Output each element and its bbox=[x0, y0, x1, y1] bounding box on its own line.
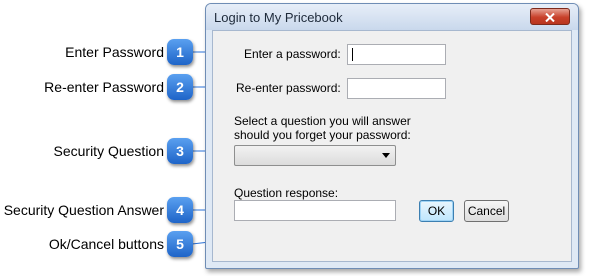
reenter-password-input[interactable] bbox=[347, 78, 446, 99]
title-bar[interactable]: Login to My Pricebook bbox=[206, 4, 578, 30]
close-icon bbox=[545, 12, 555, 23]
dialog-body: Enter a password: Re-enter password: Sel… bbox=[212, 30, 572, 262]
login-dialog: Login to My Pricebook Enter a password: … bbox=[205, 3, 579, 269]
callout-badge-4: 4 bbox=[167, 197, 193, 223]
question-response-label: Question response: bbox=[234, 186, 339, 200]
callout-label-1: Enter Password bbox=[65, 44, 164, 60]
callout-badge-3: 3 bbox=[167, 138, 193, 164]
reenter-password-label: Re-enter password: bbox=[236, 81, 341, 95]
text-caret bbox=[352, 48, 353, 61]
question-response-input[interactable] bbox=[234, 200, 396, 221]
callout-label-2: Re-enter Password bbox=[44, 79, 164, 95]
callout-badge-1: 1 bbox=[167, 39, 193, 65]
ok-button[interactable]: OK bbox=[419, 200, 454, 222]
security-question-prompt-line2: should you forget your password: bbox=[234, 128, 411, 142]
dialog-title: Login to My Pricebook bbox=[214, 10, 343, 25]
password-input[interactable] bbox=[347, 44, 446, 65]
callout-badge-5: 5 bbox=[167, 231, 193, 257]
password-label: Enter a password: bbox=[244, 47, 341, 61]
security-question-select[interactable] bbox=[234, 145, 396, 166]
chevron-down-icon bbox=[382, 153, 390, 158]
callout-label-5: Ok/Cancel buttons bbox=[48, 236, 164, 252]
callout-label-3: Security Question bbox=[53, 143, 165, 159]
callout-badge-2: 2 bbox=[167, 74, 193, 100]
cancel-button[interactable]: Cancel bbox=[464, 200, 509, 222]
security-question-prompt-line1: Select a question you will answer bbox=[234, 114, 411, 128]
close-button[interactable] bbox=[530, 8, 570, 25]
callout-label-4: Security Question Answer bbox=[3, 202, 164, 218]
